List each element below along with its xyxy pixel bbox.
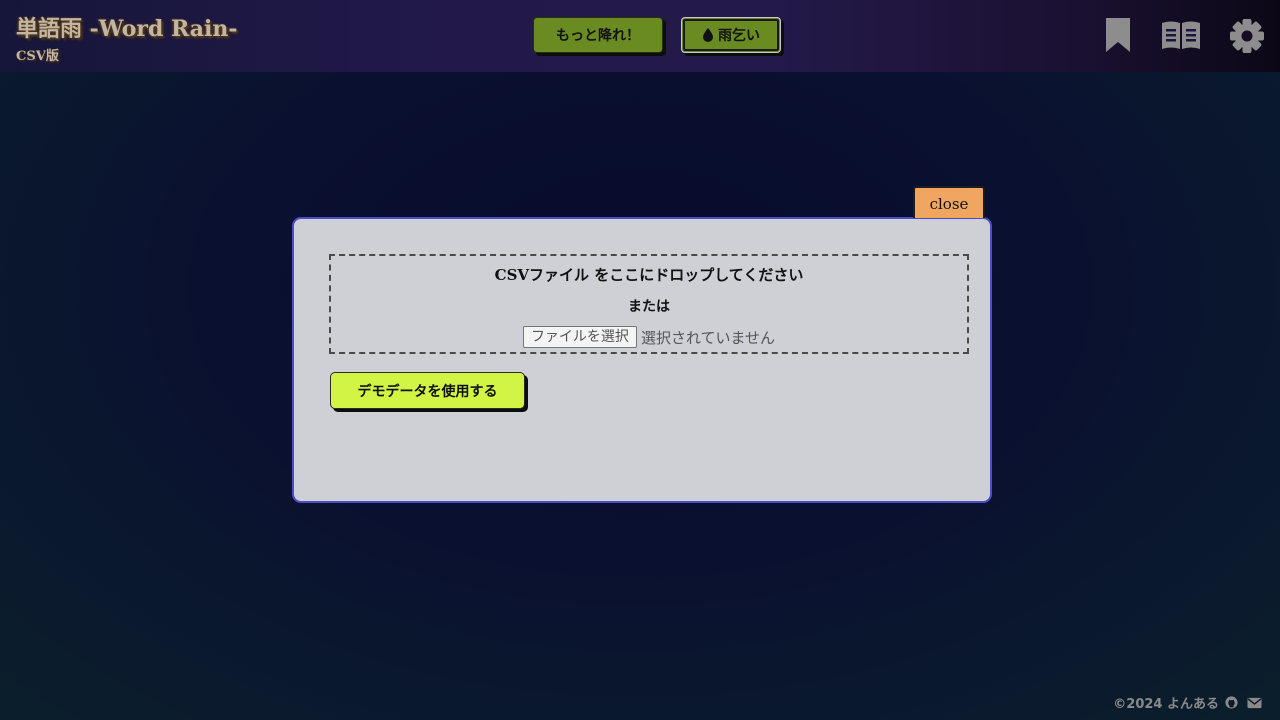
csv-drop-zone[interactable]: CSVファイル をここにドロップしてください または ファイルを選択 選択されて… <box>329 254 969 354</box>
file-status-text: 選択されていません <box>640 328 776 347</box>
drop-prompt: CSVファイル をここにドロップしてください <box>494 266 804 284</box>
footer: ©2024 よんある <box>1113 693 1262 712</box>
github-icon[interactable] <box>1225 696 1238 709</box>
app-subtitle: CSV版 <box>16 49 59 64</box>
more-rain-button[interactable]: もっと降れ！ <box>533 17 663 53</box>
more-rain-label: もっと降れ！ <box>556 28 640 44</box>
ask-rain-label: 雨乞い <box>718 28 760 44</box>
bookmark-icon[interactable] <box>1104 16 1132 54</box>
book-reader-icon[interactable] <box>1160 20 1202 52</box>
or-label: または <box>628 299 670 315</box>
demo-button-label: デモデータを使用する <box>357 383 498 400</box>
app-header: 単語雨 -Word Rain- CSV版 もっと降れ！ 雨乞い <box>0 0 1280 72</box>
copyright-text: ©2024 よんある <box>1113 697 1219 712</box>
water-drop-icon <box>703 28 713 42</box>
gear-icon[interactable] <box>1228 17 1266 55</box>
file-input: ファイルを選択 選択されていません <box>331 326 967 348</box>
mail-icon[interactable] <box>1247 697 1262 709</box>
use-demo-data-button[interactable]: デモデータを使用する <box>330 372 525 409</box>
ask-rain-button[interactable]: 雨乞い <box>681 17 781 53</box>
close-label: close <box>929 195 969 213</box>
close-button[interactable]: close <box>913 186 985 218</box>
choose-file-button[interactable]: ファイルを選択 <box>522 326 637 348</box>
app-title: 単語雨 -Word Rain- <box>16 16 238 42</box>
